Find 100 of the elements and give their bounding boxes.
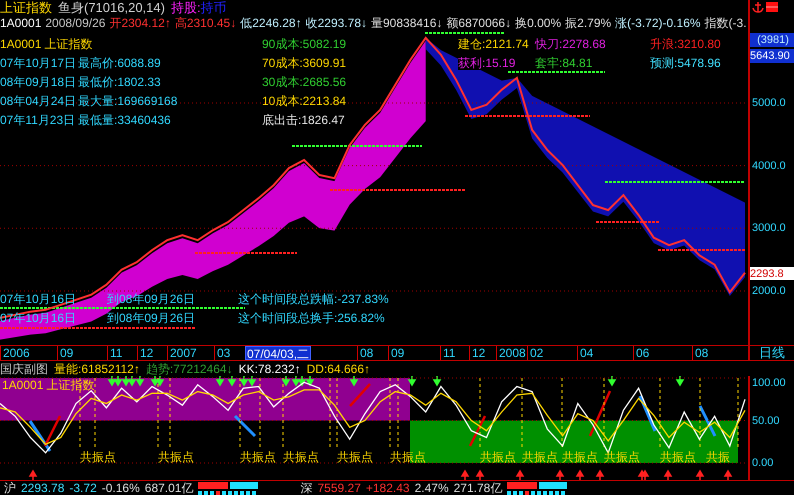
quote-date: 2008/09/26: [45, 16, 106, 30]
down-arrow-icon: [350, 376, 358, 386]
resonance-label: 共振点: [562, 450, 598, 464]
turnover-amount: 687.01亿: [144, 481, 194, 495]
down-arrow-icon: [122, 376, 130, 386]
signal-value: 获利:15.19: [458, 56, 516, 70]
time-label: 06: [633, 346, 650, 360]
time-label: 07/04/03,二: [245, 346, 312, 360]
count-label: (3981): [750, 33, 794, 47]
sub-chart-title: 1A0001 上证指数: [2, 378, 95, 392]
down-arrow-icon: [282, 376, 290, 386]
period-summary: 这个时间段总跌幅:-237.83%: [238, 292, 389, 306]
record-date: 07年11月23日: [0, 112, 76, 126]
time-label: 2006: [0, 346, 30, 360]
up-arrow-icon: [461, 470, 470, 480]
time-label: 08: [692, 346, 708, 360]
quote-field: 指数(-3.: [704, 16, 747, 30]
signal-line: [282, 378, 284, 448]
down-arrow-icon: [240, 376, 248, 386]
index-change: +182.43: [366, 481, 410, 495]
signal-value: 建仓:2121.74: [458, 36, 529, 50]
resonance-label: 共振点: [80, 450, 116, 464]
time-label: 03: [214, 346, 230, 360]
up-arrow-icon: [724, 470, 732, 480]
quote-field: 开2304.12↑: [109, 16, 171, 30]
signal-value: 预测:5478.96: [650, 56, 721, 70]
index-percent: -0.16%: [102, 481, 140, 495]
quote-field: 涨(-3.72)-0.16%: [615, 16, 701, 30]
index-percent: 2.47%: [414, 481, 449, 495]
indicator-value: 量能:61852112↑: [54, 362, 140, 376]
down-arrow-icon: [151, 376, 160, 386]
signal-value: 升浪:3210.80: [650, 36, 721, 50]
down-arrow-icon: [306, 376, 314, 386]
signal-line: [336, 378, 338, 448]
quote-field: 高2310.45↓: [174, 16, 236, 30]
time-label: 2007: [167, 346, 197, 360]
up-arrow-icon: [556, 470, 564, 480]
market-name: 深: [300, 481, 312, 495]
cost-value: 70成本:3609.91: [262, 56, 346, 70]
resonance-label: 共振点: [337, 450, 373, 464]
breadth-bar-drawing: [198, 482, 258, 494]
indicator-value: 趋势:77212464↓: [146, 362, 233, 376]
grid-icon: [766, 2, 778, 12]
indicator-value: KK:78.232↑: [238, 362, 301, 376]
cost-value: 10成本:2213.84: [262, 94, 346, 108]
down-arrow-icon: [228, 376, 236, 386]
resonance-label: 共振点: [604, 450, 640, 464]
quote-field: 振2.79%: [565, 16, 612, 30]
time-label: 04: [577, 346, 594, 360]
up-arrow-icon: [576, 470, 584, 480]
quote-field: 换0.00%: [515, 16, 562, 30]
down-arrow-icon: [433, 376, 442, 386]
up-arrow-icon: [29, 470, 38, 480]
signal-value: 快刀:2278.68: [535, 36, 606, 50]
down-arrow-icon: [408, 376, 416, 386]
resonance-label: 共振点: [522, 450, 558, 464]
period-tab[interactable]: 日线: [748, 346, 794, 360]
cash-label: 持币: [200, 0, 227, 14]
hold-label: 持股:: [170, 0, 201, 14]
quote-field: 额6870066↓: [446, 16, 512, 30]
down-arrow-icon: [128, 376, 136, 386]
cost-value: 30成本:2685.56: [262, 74, 346, 88]
axis-label: 50.00: [752, 414, 780, 428]
down-arrow-icon: [292, 376, 300, 386]
record-value: 最低量:33460436: [78, 112, 171, 126]
down-arrow-icon: [608, 376, 616, 386]
down-arrow-icon: [156, 376, 164, 386]
quote-field: 量90838416↓: [371, 16, 442, 30]
up-arrow-icon: [641, 470, 650, 480]
time-label: 02: [527, 346, 544, 360]
signal-value: 套牢:84.81: [535, 56, 592, 70]
up-arrow-icon: [516, 470, 524, 480]
last-price-label: 2293.8: [750, 266, 794, 280]
resonance-label: 共振点: [158, 450, 194, 464]
time-label: 12: [137, 346, 154, 360]
axis-label: 100.00: [752, 376, 786, 390]
high-price-label: 5643.90: [750, 49, 794, 63]
up-arrow-icon: [664, 470, 672, 480]
resonance-label: 共振: [706, 450, 730, 464]
resonance-label: 共振点: [283, 450, 319, 464]
axis-label: 0.00: [752, 456, 774, 470]
down-arrow-icon: [298, 376, 306, 386]
down-arrow-icon: [676, 376, 684, 386]
time-label: 12: [469, 346, 486, 360]
record-value: 最大量:169669168: [78, 94, 178, 108]
time-label: 09: [388, 346, 404, 360]
anchor-icon: [752, 1, 764, 13]
cost-value: 底出击:1826.47: [262, 112, 345, 126]
security-name: 上证指数: [0, 0, 52, 14]
down-arrow-icon: [248, 376, 256, 386]
axis-label: 5000.0: [752, 96, 786, 110]
up-arrow-icon: [596, 470, 604, 480]
period-end: 到08年09月26日: [107, 310, 196, 324]
period-summary: 这个时间段总换手:256.82%: [238, 310, 385, 324]
resonance-label: 共振点: [240, 450, 276, 464]
record-date: 08年04月24日: [0, 94, 76, 108]
time-label: 08: [357, 346, 374, 360]
axis-label: 2000.0: [752, 284, 786, 298]
down-arrow-icon: [114, 376, 122, 386]
turnover-amount: 271.78亿: [454, 481, 502, 495]
